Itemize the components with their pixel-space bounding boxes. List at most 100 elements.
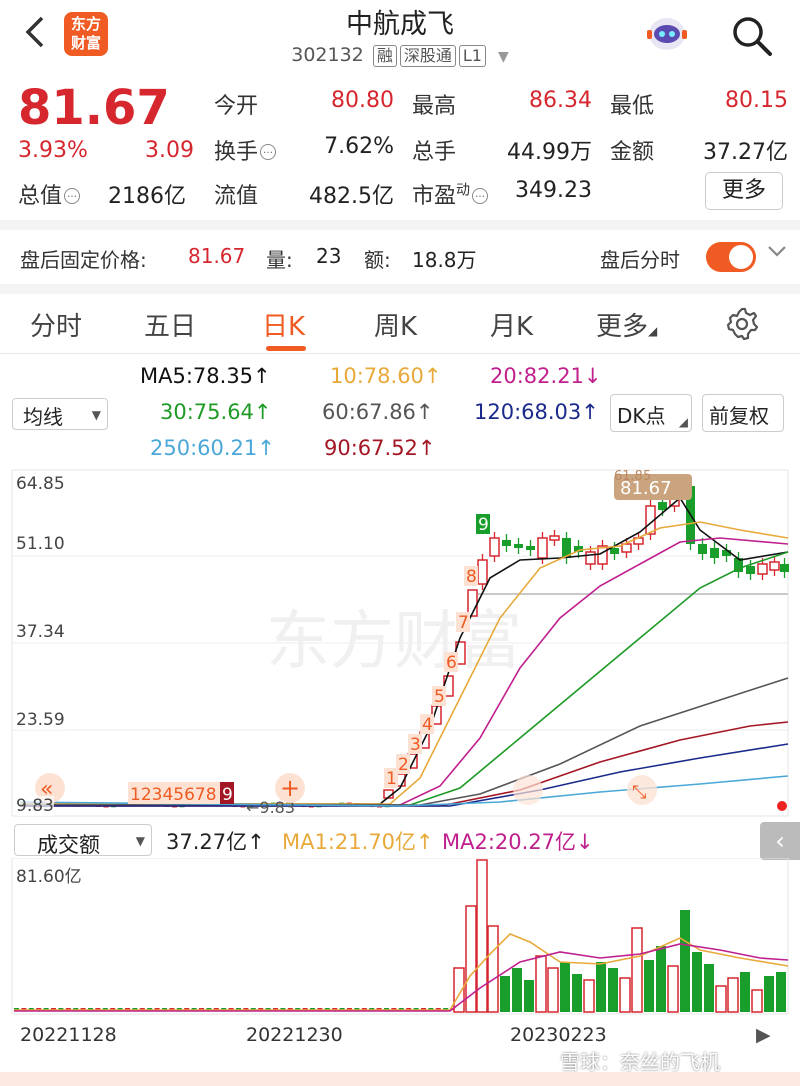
amount-label: 金额 [610, 140, 655, 165]
candle [658, 502, 667, 510]
after-hours-vol-label: 量: [266, 248, 293, 272]
low-value: 80.15 [725, 88, 788, 113]
change-percent: 3.93% [18, 138, 88, 163]
candle [610, 548, 619, 554]
after-hours-bar: 盘后固定价格: 81.67 量: 23 额: 18.8万 盘后分时 [0, 232, 800, 284]
volume-bar [608, 968, 618, 1012]
ma30-value: 30:75.64↑ [160, 400, 272, 424]
candle [698, 544, 707, 554]
notification-dot [777, 801, 787, 811]
high-tag-text: 61.85 [614, 469, 651, 484]
after-hours-label: 盘后固定价格: [20, 248, 147, 272]
td-label: 7 [458, 613, 469, 633]
high-value: 86.34 [529, 88, 592, 113]
tab-monthly-k[interactable]: 月K [490, 306, 533, 343]
volume-bar [667, 965, 679, 1013]
volume-bar [644, 960, 654, 1012]
candle [489, 537, 500, 557]
volume-bar [631, 927, 643, 1013]
ma90-value: 90:67.52↑ [324, 436, 436, 460]
volume-bar [583, 979, 595, 1013]
svg-text:⤡: ⤡ [632, 782, 646, 803]
bottom-strip [0, 1072, 800, 1086]
turnover-value: 7.62% [324, 134, 394, 159]
tab-daily-k[interactable]: 日K [262, 306, 305, 343]
tag-margin: 融 [372, 45, 397, 67]
collapse-left-icon[interactable]: ‹ [760, 822, 800, 860]
active-tab-indicator [266, 346, 306, 351]
volume-chart [11, 858, 789, 1015]
date-label-3: 20230223 [510, 1024, 607, 1046]
chevron-down-icon[interactable] [766, 240, 788, 268]
ma5-value: MA5:78.35↑ [140, 364, 271, 388]
search-icon[interactable] [728, 12, 776, 60]
volume-bar [535, 955, 547, 1013]
volume-bar [764, 976, 774, 1012]
after-hours-vol: 23 [316, 244, 342, 268]
info-icon: … [260, 144, 277, 160]
after-hours-price: 81.67 [188, 244, 246, 268]
y-label-3: 37.34 [16, 622, 65, 642]
robot-assistant-icon[interactable] [644, 12, 690, 54]
svg-text:+: + [280, 774, 300, 802]
volume-bar [680, 910, 690, 1012]
y-label-top: 64.85 [16, 474, 65, 494]
candle [526, 546, 535, 550]
candle [780, 564, 789, 572]
td-label: 3 [410, 735, 421, 755]
candle [502, 540, 511, 546]
volume-bar [547, 967, 559, 1013]
volume-bar [619, 977, 631, 1013]
y-label-4: 23.59 [16, 710, 65, 730]
volume-bar [465, 905, 477, 1013]
last-price: 81.67 [18, 80, 170, 136]
tab-five-day[interactable]: 五日 [144, 306, 196, 343]
volume-bar [487, 925, 499, 1013]
volume-ma2: MA2:20.27亿↓ [442, 830, 594, 854]
tag-connect: 深股通 [399, 45, 456, 67]
after-hours-amt-label: 额: [364, 248, 391, 272]
more-button[interactable]: 更多 [705, 172, 783, 210]
tab-intraday[interactable]: 分时 [30, 306, 82, 343]
turnover-label[interactable]: 换手… [214, 134, 277, 166]
ma250-value: 250:60.21↑ [150, 436, 275, 460]
dk-button[interactable]: DK点 ◢ [610, 394, 692, 432]
period-tabs: 分时 五日 日K 周K 月K 更多◢ [0, 294, 800, 354]
volume-bar [704, 964, 714, 1012]
tab-weekly-k[interactable]: 周K [374, 306, 417, 343]
tab-more[interactable]: 更多◢ [596, 306, 657, 343]
td-label: 5 [434, 687, 445, 707]
ma60-value: 60:67.86↑ [322, 400, 434, 424]
caret-down-icon: ▼ [497, 49, 509, 65]
volume-bar [776, 972, 786, 1012]
volume-bar [740, 972, 750, 1012]
td-label-last: 9 [222, 785, 233, 805]
high-label: 最高 [412, 94, 457, 119]
after-hours-toggle[interactable] [706, 242, 756, 272]
kline-chart[interactable]: 东方财富 12345678912345678 9 81.67 61.85 ←9.8… [0, 468, 800, 820]
candle [710, 548, 719, 558]
ma-selector[interactable]: 均线 ▼ [12, 398, 108, 430]
low-label: 最低 [610, 94, 655, 119]
open-label: 今开 [214, 94, 259, 119]
amount-value: 37.27亿 [703, 140, 788, 165]
adjust-button[interactable]: 前复权 [702, 394, 784, 432]
divider [0, 220, 800, 230]
pe-label[interactable]: 市盈动… [412, 178, 489, 210]
date-label-2: 20221230 [246, 1024, 343, 1046]
candle [757, 563, 768, 575]
candle [549, 535, 560, 541]
zoom-out-icon[interactable] [513, 775, 543, 805]
volume-label: 总手 [412, 140, 457, 165]
gear-icon[interactable] [724, 306, 760, 342]
ma120-value: 120:68.03↑ [474, 400, 599, 424]
tag-level: L1 [458, 45, 486, 67]
volume-selector[interactable]: 成交额 ▼ [14, 824, 152, 857]
pe-value: 349.23 [515, 178, 592, 203]
td-label: 2 [398, 755, 409, 775]
change-amount: 3.09 [145, 138, 194, 163]
scroll-right-icon[interactable]: ▶ [756, 1024, 771, 1046]
total-value-label[interactable]: 总值… [18, 178, 81, 210]
volume-bar [656, 946, 666, 1012]
caret-down-icon: ▼ [91, 408, 101, 422]
